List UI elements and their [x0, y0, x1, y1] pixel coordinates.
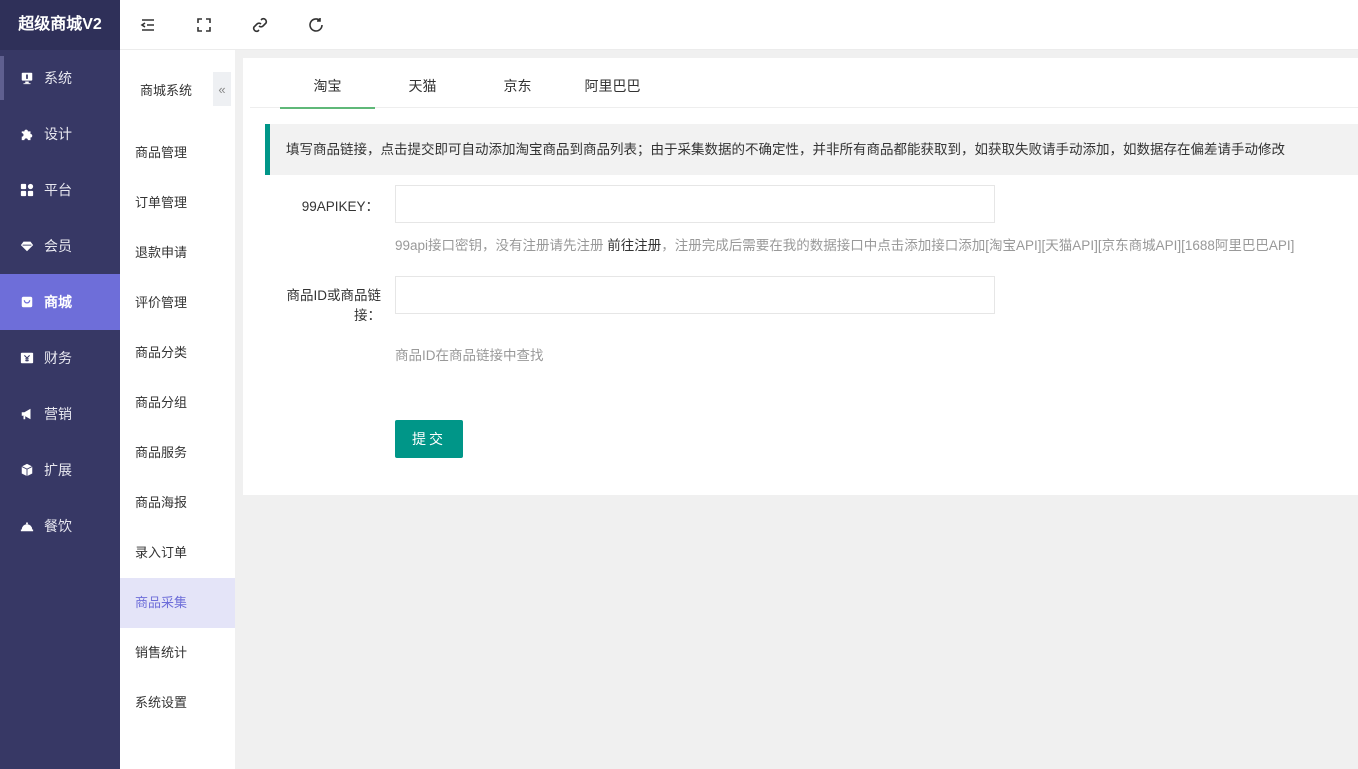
apikey-input[interactable]: [395, 185, 995, 223]
subnav-item-reviews[interactable]: 评价管理: [120, 278, 235, 328]
collapse-subnav-button[interactable]: «: [213, 72, 231, 106]
brand-logo: 超级商城V2: [0, 0, 120, 50]
collect-card: 淘宝 天猫 京东 阿里巴巴 填写商品链接，点击提交即可自动添加淘宝商品到商品列表…: [243, 58, 1358, 495]
yen-icon: [20, 351, 34, 365]
subnav-item-goods[interactable]: 商品管理: [120, 128, 235, 178]
main-sidebar: 超级商城V2 系统 设计 平台 会员 商城 财务 营销 扩展 餐饮: [0, 0, 120, 769]
menu-collapse-icon[interactable]: [120, 0, 176, 50]
sidebar-item-marketing[interactable]: 营销: [0, 386, 120, 442]
sidebar-item-mall[interactable]: 商城: [0, 274, 120, 330]
sidebar-item-system[interactable]: 系统: [0, 50, 120, 106]
sidebar-item-label: 设计: [44, 126, 72, 142]
shopping-bag-icon: [20, 295, 34, 309]
subnav-item-posters[interactable]: 商品海报: [120, 478, 235, 528]
apikey-help-prefix: 99api接口密钥，没有注册请先注册: [395, 238, 608, 253]
subnav-item-sales-stats[interactable]: 销售统计: [120, 628, 235, 678]
cloche-icon: [20, 519, 34, 533]
tab-taobao[interactable]: 淘宝: [280, 58, 375, 109]
mall-subnav: 商城系统 « 商品管理 订单管理 退款申请 评价管理 商品分类 商品分组 商品服…: [120, 50, 235, 769]
sidebar-item-member[interactable]: 会员: [0, 218, 120, 274]
subnav-item-services[interactable]: 商品服务: [120, 428, 235, 478]
apikey-help: 99api接口密钥，没有注册请先注册 前往注册，注册完成后需要在我的数据接口中点…: [395, 234, 1294, 254]
sidebar-item-label: 会员: [44, 238, 72, 254]
link-icon[interactable]: [232, 0, 288, 50]
sidebar-item-label: 商城: [44, 294, 72, 310]
sidebar-item-label: 系统: [44, 70, 72, 86]
sidebar-item-label: 平台: [44, 182, 72, 198]
goods-id-label-line2: 接：: [354, 308, 381, 323]
subnav-title: 商城系统 «: [120, 50, 235, 128]
sidebar-item-label: 餐饮: [44, 518, 72, 534]
sidebar-item-extension[interactable]: 扩展: [0, 442, 120, 498]
subnav-item-settings[interactable]: 系统设置: [120, 678, 235, 728]
system-icon: [20, 71, 34, 85]
cube-icon: [20, 463, 34, 477]
tab-tmall[interactable]: 天猫: [375, 58, 470, 108]
submit-button[interactable]: 提交: [395, 420, 463, 458]
puzzle-icon: [20, 127, 34, 141]
subnav-item-goods-collect[interactable]: 商品采集: [120, 578, 235, 628]
sidebar-item-label: 营销: [44, 406, 72, 422]
subnav-item-categories[interactable]: 商品分类: [120, 328, 235, 378]
source-tabs: 淘宝 天猫 京东 阿里巴巴: [250, 58, 1358, 109]
sidebar-item-finance[interactable]: 财务: [0, 330, 120, 386]
goods-id-label: 商品ID或商品链 接：: [263, 286, 382, 326]
subnav-item-refunds[interactable]: 退款申请: [120, 228, 235, 278]
megaphone-icon: [20, 407, 34, 421]
goods-id-label-line1: 商品ID或商品链: [286, 288, 382, 303]
refresh-icon[interactable]: [288, 0, 344, 50]
goods-id-help: 商品ID在商品链接中查找: [395, 348, 544, 363]
goods-id-input[interactable]: [395, 276, 995, 314]
subnav-item-enter-order[interactable]: 录入订单: [120, 528, 235, 578]
top-toolbar: [120, 0, 1358, 50]
subnav-title-text: 商城系统: [140, 82, 193, 98]
subnav-item-orders[interactable]: 订单管理: [120, 178, 235, 228]
diamond-icon: [20, 239, 34, 253]
notice-banner: 填写商品链接，点击提交即可自动添加淘宝商品到商品列表；由于采集数据的不确定性，并…: [265, 124, 1358, 175]
tab-alibaba[interactable]: 阿里巴巴: [565, 58, 660, 108]
grid-icon: [20, 183, 34, 197]
sidebar-item-label: 扩展: [44, 462, 72, 478]
apikey-label: 99APIKEY：: [301, 199, 379, 214]
sidebar-item-platform[interactable]: 平台: [0, 162, 120, 218]
sidebar-item-label: 财务: [44, 350, 72, 366]
tab-jd[interactable]: 京东: [470, 58, 565, 108]
sidebar-item-catering[interactable]: 餐饮: [0, 498, 120, 554]
apikey-help-suffix: ，注册完成后需要在我的数据接口中点击添加接口添加[淘宝API][天猫API][京…: [661, 238, 1295, 253]
fullscreen-icon[interactable]: [176, 0, 232, 50]
sidebar-item-design[interactable]: 设计: [0, 106, 120, 162]
register-link[interactable]: 前往注册: [607, 238, 661, 253]
subnav-item-groups[interactable]: 商品分组: [120, 378, 235, 428]
